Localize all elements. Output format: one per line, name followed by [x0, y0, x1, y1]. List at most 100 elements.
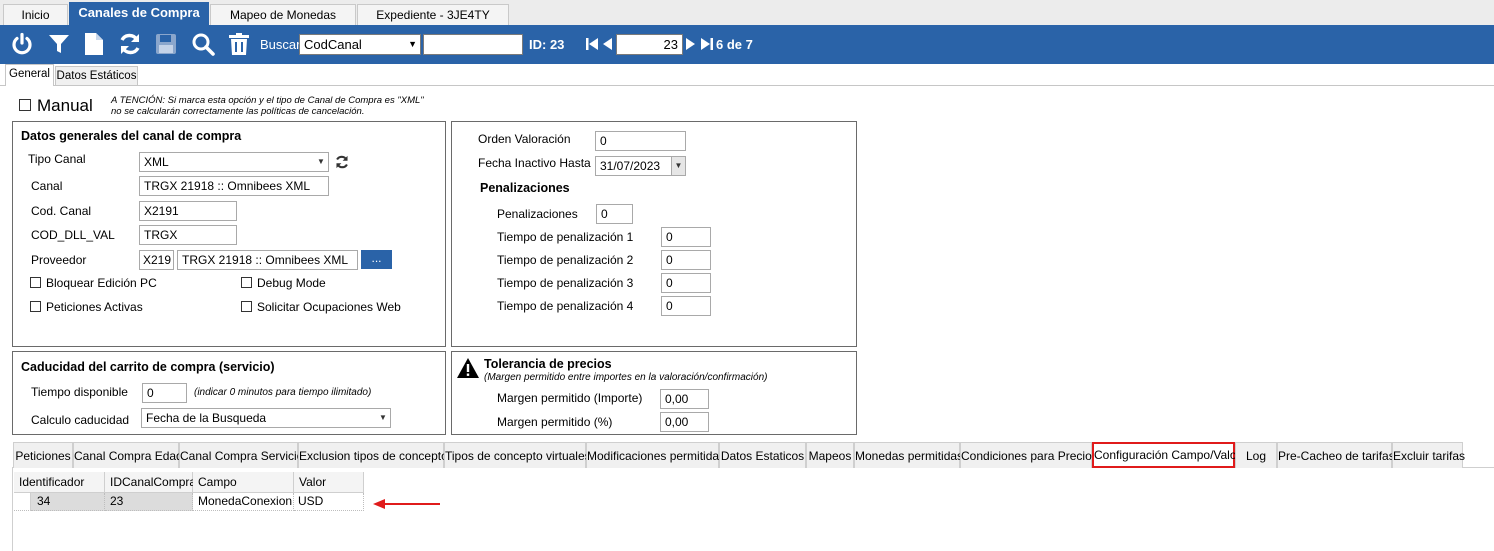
first-record-icon[interactable] [584, 31, 600, 57]
next-record-icon[interactable] [684, 31, 698, 57]
canal-field[interactable]: TRGX 21918 :: Omnibees XML [139, 176, 329, 196]
manual-warning-line-2: no se calcularán correctamente las polít… [111, 106, 365, 117]
tab-configuracion-campo-valor[interactable]: Configuración Campo/Valor [1092, 442, 1241, 468]
calculo-caducidad-value: Fecha de la Busqueda [146, 411, 267, 425]
tipo-canal-value: XML [144, 155, 169, 169]
margen-porcentaje-field[interactable]: 0,00 [660, 412, 709, 432]
cell-idcanalcompra[interactable]: 23 [105, 493, 193, 511]
last-record-icon[interactable] [699, 31, 715, 57]
filter-icon[interactable] [46, 31, 72, 57]
search-label: Buscar [260, 37, 301, 52]
orden-valoracion-field[interactable]: 0 [595, 131, 686, 151]
refresh-icon[interactable] [117, 31, 143, 57]
tiempo-disponible-field[interactable]: 0 [142, 383, 187, 403]
top-tab-expediente[interactable]: Expediente - 3JE4TY [357, 4, 509, 25]
delete-icon[interactable] [226, 31, 252, 57]
manual-warning: A TENCIÓN: Si marca esta opción y el tip… [111, 95, 424, 117]
tab-excluir-tarifas[interactable]: Excluir tarifas [1392, 442, 1465, 468]
search-icon[interactable] [190, 31, 216, 57]
debug-label: Debug Mode [257, 276, 326, 290]
chevron-down-icon: ▼ [408, 39, 417, 49]
top-tab-canales-de-compra[interactable]: Canales de Compra [69, 2, 209, 25]
search-field-select[interactable]: CodCanal ▼ [299, 34, 421, 55]
tab-log[interactable]: Log [1235, 442, 1277, 468]
warning-icon [456, 357, 480, 379]
tipo-canal-select[interactable]: XML ▼ [139, 152, 329, 172]
tab-canal-compra-servicio[interactable]: Canal Compra Servicio [179, 442, 303, 468]
chevron-down-icon[interactable]: ▼ [671, 157, 685, 175]
refresh-icon[interactable] [334, 154, 350, 170]
top-tab-mapeo-de-monedas[interactable]: Mapeo de Monedas [210, 4, 356, 25]
cod-dll-field[interactable]: TRGX [139, 225, 237, 245]
proveedor-name-field[interactable]: TRGX 21918 :: Omnibees XML [177, 250, 358, 270]
tiempo-penalizacion-1-field[interactable]: 0 [661, 227, 711, 247]
manual-checkbox[interactable] [19, 99, 31, 111]
record-number-input[interactable]: 23 [616, 34, 683, 55]
tiempo-penalizacion-3-field[interactable]: 0 [661, 273, 711, 293]
new-document-icon[interactable] [81, 31, 107, 57]
manual-warning-line-1: A TENCIÓN: Si marca esta opción y el tip… [111, 95, 424, 106]
tab-condiciones-para-precios[interactable]: Condiciones para Precios [960, 442, 1098, 468]
fecha-inactivo-label: Fecha Inactivo Hasta [478, 156, 591, 170]
chevron-down-icon: ▼ [379, 413, 387, 422]
tab-modificaciones-permitidas[interactable]: Modificaciones permitidas [586, 442, 725, 468]
power-icon[interactable] [9, 31, 35, 57]
tiempo-penalizacion-1-label: Tiempo de penalización 1 [497, 230, 634, 244]
tolerancia-title: Tolerancia de precios [484, 357, 612, 371]
margen-porcentaje-label: Margen permitido (%) [497, 415, 613, 429]
column-header-idcanalcompra[interactable]: IDCanalCompra [105, 472, 196, 493]
peticiones-checkbox[interactable] [30, 301, 41, 312]
general-panel-title: Datos generales del canal de compra [21, 129, 242, 143]
bloquear-label: Bloquear Edición PC [46, 276, 157, 290]
chevron-down-icon: ▼ [317, 157, 325, 166]
column-header-valor[interactable]: Valor [294, 472, 364, 493]
orden-valoracion-label: Orden Valoración [478, 132, 571, 146]
column-header-campo[interactable]: Campo [193, 472, 294, 493]
tab-tipos-de-concepto-virtuales[interactable]: Tipos de concepto virtuales [444, 442, 591, 468]
cod-canal-field[interactable]: X2191 [139, 201, 237, 221]
cell-valor[interactable]: USD [294, 493, 364, 511]
penalizaciones-field[interactable]: 0 [596, 204, 633, 224]
tab-datos-estaticos-bottom[interactable]: Datos Estaticos [719, 442, 806, 468]
fecha-inactivo-value: 31/07/2023 [600, 159, 661, 173]
solicitar-checkbox[interactable] [241, 301, 252, 312]
tab-canal-compra-edad[interactable]: Canal Compra Edad [73, 442, 183, 468]
tiempo-penalizacion-2-field[interactable]: 0 [661, 250, 711, 270]
fecha-inactivo-picker[interactable]: 31/07/2023 ▼ [595, 156, 686, 176]
proveedor-code-field[interactable]: X219 [139, 250, 174, 270]
row-selector[interactable] [14, 493, 31, 511]
top-tab-inicio[interactable]: Inicio [3, 4, 68, 25]
red-arrow-annotation [372, 497, 442, 511]
penalizaciones-label: Penalizaciones [497, 207, 578, 221]
margen-importe-label: Margen permitido (Importe) [497, 391, 643, 405]
tolerancia-subtitle: (Margen permitido entre importes en la v… [484, 372, 768, 383]
tiempo-penalizacion-3-label: Tiempo de penalización 3 [497, 276, 634, 290]
debug-checkbox[interactable] [241, 277, 252, 288]
calculo-caducidad-label: Calculo caducidad [31, 413, 130, 427]
record-count: 6 de 7 [716, 37, 753, 52]
previous-record-icon[interactable] [600, 31, 614, 57]
calculo-caducidad-select[interactable]: Fecha de la Busqueda ▼ [141, 408, 391, 428]
margen-importe-field[interactable]: 0,00 [660, 389, 709, 409]
tab-general[interactable]: General [5, 64, 54, 86]
penalizaciones-title: Penalizaciones [480, 181, 570, 195]
save-icon[interactable] [153, 31, 179, 57]
search-input[interactable] [423, 34, 523, 55]
solicitar-label: Solicitar Ocupaciones Web [257, 300, 401, 314]
sub-tab-baseline [0, 85, 1494, 86]
tab-mapeos[interactable]: Mapeos [806, 442, 854, 468]
tab-datos-estaticos[interactable]: Datos Estáticos [55, 66, 138, 85]
cell-identificador[interactable]: 34 [31, 493, 105, 511]
tiempo-penalizacion-2-label: Tiempo de penalización 2 [497, 253, 634, 267]
tab-monedas-permitidas[interactable]: Monedas permitidas [854, 442, 963, 468]
tab-exclusion-tipos-de-concepto[interactable]: Exclusion tipos de concepto [298, 442, 448, 468]
tiempo-penalizacion-4-field[interactable]: 0 [661, 296, 711, 316]
id-label: ID: 23 [529, 37, 565, 52]
proveedor-browse-button[interactable]: ... [361, 250, 392, 269]
tab-pre-cacheo-de-tarifas[interactable]: Pre-Cacheo de tarifas [1277, 442, 1395, 468]
column-header-identificador[interactable]: Identificador [14, 472, 105, 493]
tab-peticiones[interactable]: Peticiones [13, 442, 73, 468]
cell-campo[interactable]: MonedaConexion [193, 493, 294, 511]
top-tab-bar: Inicio Canales de Compra Mapeo de Moneda… [0, 0, 1494, 25]
bloquear-checkbox[interactable] [30, 277, 41, 288]
